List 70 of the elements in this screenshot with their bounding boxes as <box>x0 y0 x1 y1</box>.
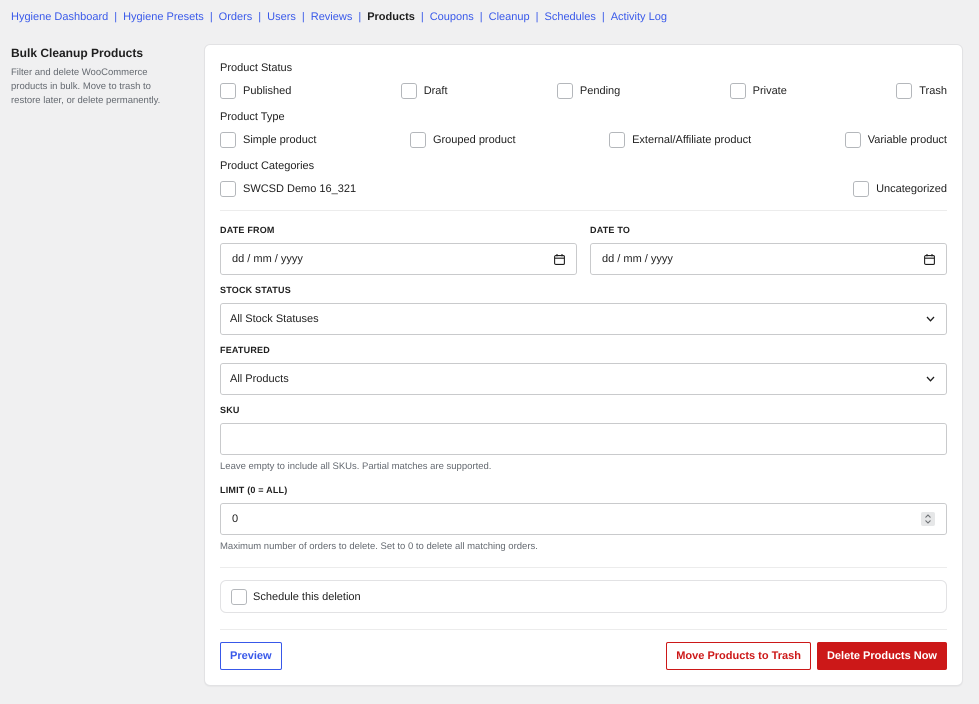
field-label: SKU <box>220 404 240 416</box>
nav-link[interactable]: Cleanup <box>488 11 530 23</box>
help-text: Maximum number of orders to delete. Set to 0 to delete all matching orders. <box>220 541 538 553</box>
checkbox[interactable] <box>844 132 861 148</box>
group-label: Product Categories <box>220 159 314 174</box>
nav-separator: | <box>602 11 605 23</box>
group-label: Product Status <box>220 61 292 76</box>
field-label: DATE TO <box>590 224 630 236</box>
checkbox[interactable] <box>556 83 573 99</box>
nav-separator: | <box>358 11 362 23</box>
checkbox-label: External/Affiliate product <box>632 133 752 147</box>
checkbox[interactable] <box>853 181 870 197</box>
checkbox[interactable] <box>220 83 236 99</box>
checkbox-label: Trash <box>919 84 947 98</box>
section-description: Filter and delete WooCommerce products in bulk. Move to trash to restore later, or delete permanently. <box>11 66 162 108</box>
action-button[interactable]: Move Products to Trash <box>666 642 811 670</box>
number-field[interactable]: 0 <box>220 503 947 535</box>
field-label: FEATURED <box>220 344 270 356</box>
checkbox[interactable] <box>609 132 626 148</box>
action-button[interactable]: Preview <box>220 642 282 670</box>
calendar-icon[interactable] <box>554 254 565 264</box>
nav-link[interactable]: Schedules <box>544 11 596 23</box>
checkbox-label: Uncategorized <box>876 182 947 196</box>
checkbox-label: SWCSD Demo 16_321 <box>243 182 356 196</box>
sku-field[interactable] <box>220 423 947 455</box>
date-field[interactable]: dd / mm / yyyy <box>220 243 577 275</box>
spinner-icon[interactable] <box>921 512 935 526</box>
nav-link[interactable]: Users <box>267 11 296 23</box>
checkbox-label: Private <box>752 84 787 98</box>
checkbox[interactable] <box>410 132 426 148</box>
nav-link[interactable]: Products <box>367 11 415 23</box>
checkbox-label: Grouped product <box>432 133 516 147</box>
field-label: LIMIT (0 = ALL) <box>220 484 288 496</box>
checkbox-label: Schedule this deletion <box>253 590 361 604</box>
checkbox[interactable] <box>730 83 746 99</box>
nav-link[interactable]: Orders <box>218 11 252 23</box>
nav-link[interactable]: Reviews <box>310 11 352 23</box>
checkbox-label: Published <box>243 84 292 98</box>
chevron-down-icon <box>926 376 935 382</box>
field-label: STOCK STATUS <box>220 284 291 296</box>
nav-link[interactable]: Coupons <box>430 11 474 23</box>
checkbox[interactable] <box>896 83 912 99</box>
chevron-down-icon <box>926 316 935 322</box>
nav-link[interactable]: Hygiene Dashboard <box>11 11 108 23</box>
field-label: DATE FROM <box>220 224 275 236</box>
nav-separator: | <box>480 11 483 23</box>
checkbox[interactable] <box>400 83 417 99</box>
help-text: Leave empty to include all SKUs. Partial matches are supported. <box>220 461 492 473</box>
checkbox-label: Pending <box>580 84 620 98</box>
calendar-icon[interactable] <box>924 254 935 264</box>
checkbox[interactable] <box>220 181 236 197</box>
nav-separator: | <box>258 11 262 23</box>
checkbox-label: Variable product <box>868 133 947 147</box>
action-button[interactable]: Delete Products Now <box>816 642 947 670</box>
checkbox-label: Simple product <box>243 133 316 147</box>
select-field[interactable]: All Stock Statuses <box>220 303 947 335</box>
date-field[interactable]: dd / mm / yyyy <box>590 243 947 275</box>
nav-separator: | <box>536 11 538 23</box>
checkbox[interactable] <box>231 588 247 604</box>
nav-separator: | <box>302 11 305 23</box>
nav-separator: | <box>210 11 213 23</box>
nav-link[interactable]: Hygiene Presets <box>123 11 204 23</box>
section-title: Bulk Cleanup Products <box>11 46 144 60</box>
nav-separator: | <box>114 11 118 23</box>
group-label: Product Type <box>220 110 285 125</box>
checkbox-label: Draft <box>424 84 448 98</box>
select-field[interactable]: All Products <box>220 363 947 395</box>
nav-separator: | <box>420 11 424 23</box>
nav-link[interactable]: Activity Log <box>610 11 667 23</box>
checkbox[interactable] <box>220 132 236 148</box>
